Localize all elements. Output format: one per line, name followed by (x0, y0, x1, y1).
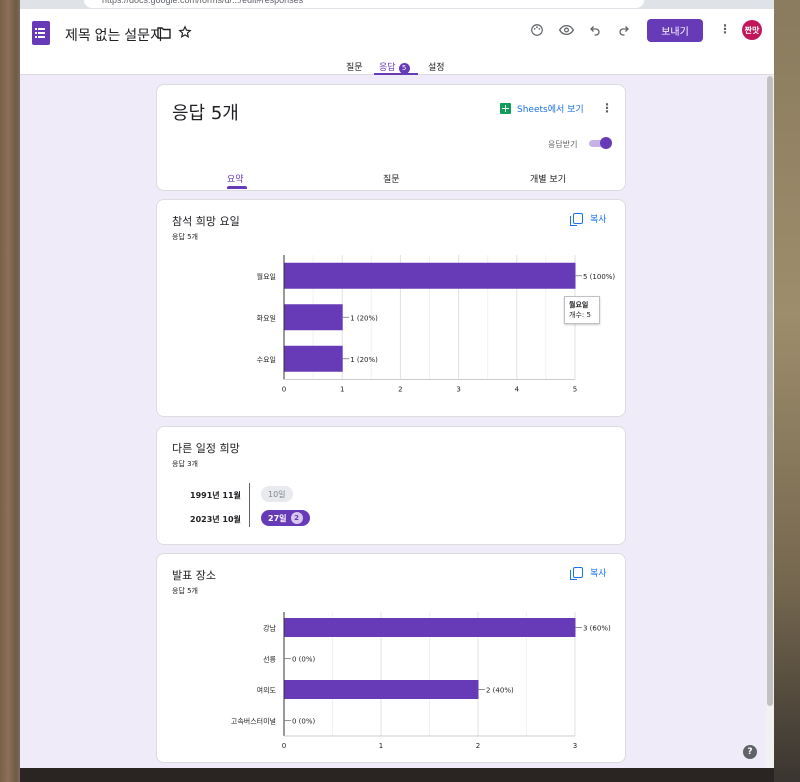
date-chip-selected: 27일 2 (261, 510, 310, 526)
date-month-1991-11: 1991년 11월 (190, 491, 241, 500)
question-card-weekday: 참석 희망 요일 응답 5개 복사 월요일 5 (100%) 화요일 1 (20%) 수… (156, 199, 626, 417)
chart-data-label: 0 (0%) (292, 656, 316, 664)
question-response-count: 응답 3개 (172, 460, 198, 468)
chart-data-label: 1 (20%) (350, 314, 378, 322)
browser-window: https://docs.google.com/forms/d/.../edit… (20, 0, 774, 768)
chart-data-label: 0 (0%) (292, 718, 316, 726)
star-icon[interactable] (177, 24, 193, 40)
date-month-2023-10: 2023년 10월 (190, 515, 241, 524)
chart-category-label: 고속버스터미널 (231, 717, 276, 726)
chart-category-label: 화요일 (257, 313, 276, 322)
chart-bar (284, 345, 343, 372)
preview-eye-icon[interactable] (558, 22, 574, 38)
chart-bar (284, 680, 479, 699)
desktop-background-edge (772, 0, 800, 782)
subtab-question[interactable]: 질문 (383, 172, 400, 185)
palette-icon[interactable] (529, 22, 545, 38)
view-in-sheets-label: Sheets에서 보기 (517, 105, 584, 115)
question-response-count: 응답 5개 (172, 587, 198, 595)
tab-settings[interactable]: 설정 (428, 60, 445, 73)
chart-tick-label: 2 (476, 742, 480, 750)
toggle-knob (600, 137, 612, 149)
view-in-sheets-link[interactable]: Sheets에서 보기 (500, 102, 584, 115)
copy-chart-button[interactable]: 복사 (570, 212, 607, 226)
chart-category-label: 월요일 (257, 272, 276, 281)
page-scrollbar[interactable] (766, 76, 774, 768)
help-icon[interactable]: ? (743, 745, 757, 759)
copy-label: 복사 (590, 569, 607, 579)
main-tabs: 질문 응답 5 설정 (20, 57, 774, 75)
chart-bar (284, 262, 576, 289)
chart-category-label: 강남 (263, 624, 276, 633)
active-tab-indicator (374, 73, 418, 75)
browser-toolbar: https://docs.google.com/forms/d/.../edit… (20, 0, 774, 9)
taskbar-strip (20, 768, 774, 782)
question-card-venue: 발표 장소 응답 5개 복사 강남 3 (60%) 선릉 0 (0%) 여의도 2 (40… (156, 553, 626, 763)
question-card-other-date: 다른 일정 희망 응답 3개 1991년 11월 10일 2023년 10월 2… (156, 426, 626, 545)
copy-chart-button[interactable]: 복사 (570, 566, 607, 580)
document-title[interactable]: 제목 없는 설문지 (65, 25, 163, 45)
accepting-responses-toggle[interactable] (589, 137, 612, 149)
responses-more-icon[interactable]: ⋮ (601, 101, 613, 115)
chart-tick-label: 4 (515, 386, 520, 394)
date-chip-label: 27일 (268, 513, 287, 523)
chart-data-label: 2 (40%) (486, 687, 514, 695)
forms-header: 제목 없는 설문지 보내기 ⋮ 짠맛 질문 응답 5 설정 (20, 9, 774, 75)
move-to-folder-icon[interactable] (156, 25, 172, 41)
tooltip-count: 개수: 5 (569, 311, 591, 319)
chart-data-label: 1 (20%) (350, 356, 378, 364)
responses-title: 응답 5개 (172, 103, 239, 124)
chart-category-label: 여의도 (257, 686, 277, 695)
accepting-responses-label: 응답받기 (548, 140, 578, 149)
chart-tick-label: 3 (573, 742, 577, 750)
date-chip: 10일 (261, 486, 293, 502)
chart-data-label: 5 (100%) (583, 273, 615, 281)
question-title: 참석 희망 요일 (172, 215, 240, 228)
chart-category-label: 선릉 (263, 655, 276, 664)
chart-tooltip: 월요일 개수: 5 (564, 296, 600, 324)
copy-icon (570, 567, 583, 580)
account-avatar[interactable]: 짠맛 (742, 20, 762, 40)
chart-tick-label: 0 (282, 742, 286, 750)
tab-responses[interactable]: 응답 5 (379, 60, 410, 74)
chart-bar (284, 618, 576, 637)
subtab-summary[interactable]: 요약 (227, 172, 244, 185)
send-button[interactable]: 보내기 (647, 19, 703, 42)
redo-icon[interactable] (616, 22, 632, 38)
scrollbar-thumb[interactable] (767, 76, 773, 706)
more-options-icon[interactable]: ⋮ (719, 22, 731, 36)
chart-data-label: 3 (60%) (583, 625, 611, 633)
chart-tick-label: 1 (379, 742, 383, 750)
subtab-indicator (227, 186, 247, 189)
address-bar[interactable]: https://docs.google.com/forms/d/.../edit… (84, 0, 644, 8)
question-response-count: 응답 5개 (172, 233, 198, 241)
venue-bar-chart: 강남 3 (60%) 선릉 0 (0%) 여의도 2 (40%) 고속버스터미널 0 (0%)… (231, 612, 611, 750)
responses-summary-card: 응답 5개 Sheets에서 보기 ⋮ 응답받기 요약 질문 개별 보기 (156, 84, 626, 191)
copy-icon (570, 213, 583, 226)
chart-tick-label: 2 (398, 386, 402, 394)
undo-icon[interactable] (587, 22, 603, 38)
copy-label: 복사 (590, 215, 607, 225)
chart-tick-label: 3 (456, 386, 460, 394)
chart-tick-label: 0 (282, 386, 286, 394)
chart-tick-label: 5 (573, 386, 577, 394)
tab-questions[interactable]: 질문 (346, 60, 363, 73)
chart-tick-label: 1 (340, 386, 344, 394)
tab-responses-label: 응답 (379, 63, 396, 73)
date-chip-count: 2 (290, 512, 303, 524)
date-divider (249, 483, 250, 527)
weekday-bar-chart: 월요일 5 (100%) 화요일 1 (20%) 수요일 1 (20%) 0 1 2 3 4 5 (257, 255, 615, 394)
question-title: 발표 장소 (172, 569, 216, 582)
question-title: 다른 일정 희망 (172, 442, 240, 455)
sheets-icon (500, 103, 511, 114)
tooltip-title: 월요일 (569, 301, 589, 309)
chart-category-label: 수요일 (257, 355, 276, 364)
google-forms-logo-icon[interactable] (32, 21, 50, 45)
subtab-individual[interactable]: 개별 보기 (530, 172, 566, 185)
chart-bar (284, 304, 343, 331)
